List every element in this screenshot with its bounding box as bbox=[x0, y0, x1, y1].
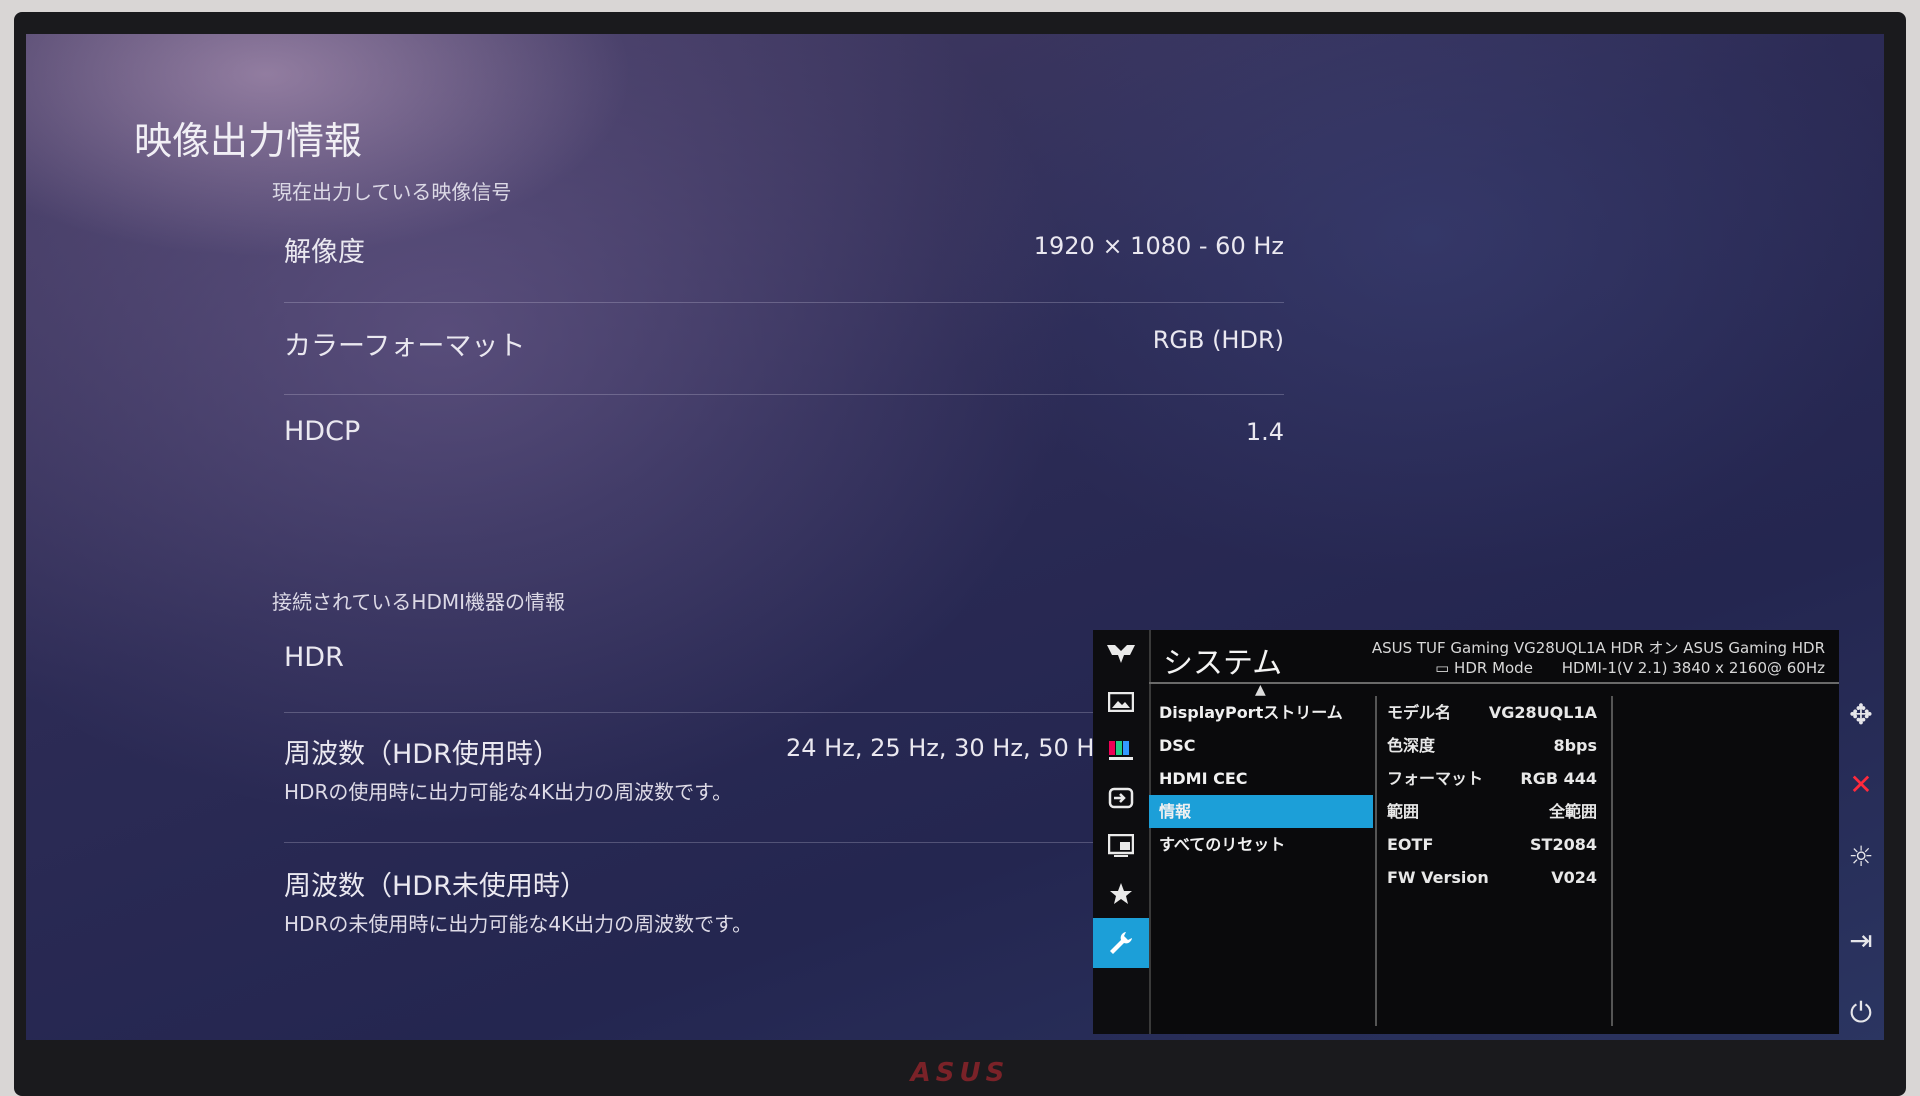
info-value: ST2084 bbox=[1530, 835, 1597, 854]
menu-item-reset-all[interactable]: すべてのリセット bbox=[1149, 828, 1373, 861]
info-value: RGB 444 bbox=[1520, 769, 1597, 788]
color-icon[interactable] bbox=[1093, 726, 1149, 774]
osd-hdr-mode: HDR Mode bbox=[1454, 659, 1533, 677]
osd-column-divider bbox=[1375, 696, 1377, 1026]
page-title: 映像出力情報 bbox=[134, 119, 363, 163]
row-label: HDCP bbox=[284, 416, 361, 447]
info-value: VG28UQL1A bbox=[1488, 703, 1597, 722]
close-icon[interactable]: ✕ bbox=[1838, 768, 1884, 801]
row-color-format[interactable]: カラーフォーマット RGB (HDR) bbox=[284, 302, 1284, 395]
row-label: 周波数（HDR使用時） bbox=[284, 739, 560, 770]
info-key: EOTF bbox=[1387, 835, 1434, 854]
tuf-logo-icon bbox=[1093, 630, 1149, 678]
info-value: 全範囲 bbox=[1548, 802, 1597, 821]
screen: 映像出力情報 現在出力している映像信号 解像度 1920 × 1080 - 60… bbox=[26, 34, 1884, 1040]
info-key: 範囲 bbox=[1387, 802, 1420, 821]
brand-logo: ASUS bbox=[910, 1058, 1010, 1088]
info-row-eotf: EOTF ST2084 bbox=[1387, 828, 1597, 861]
osd-sidebar bbox=[1093, 630, 1151, 1034]
info-key: フォーマット bbox=[1387, 769, 1484, 788]
info-value: V024 bbox=[1551, 868, 1597, 887]
osd-status-line2: ▭ HDR Mode HDMI-1(V 2.1) 3840 x 2160@ 60… bbox=[1372, 658, 1825, 678]
row-hdcp[interactable]: HDCP 1.4 bbox=[284, 394, 1284, 486]
input-icon[interactable] bbox=[1093, 774, 1149, 822]
info-key: モデル名 bbox=[1387, 703, 1452, 722]
osd-divider bbox=[1149, 682, 1839, 684]
row-description: HDRの使用時に出力可能な4K出力の周波数です。 bbox=[284, 780, 733, 804]
menu-item-dsc[interactable]: DSC bbox=[1149, 729, 1373, 762]
osd-column-divider bbox=[1611, 696, 1613, 1026]
menu-item-hdmi-cec[interactable]: HDMI CEC bbox=[1149, 762, 1373, 795]
row-label: 周波数（HDR未使用時） bbox=[284, 871, 587, 902]
monitor-icon: ▭ bbox=[1435, 659, 1450, 677]
info-row-range: 範囲 全範囲 bbox=[1387, 795, 1597, 828]
osd-status-line1: ASUS TUF Gaming VG28UQL1A HDR オン ASUS Ga… bbox=[1371, 639, 1825, 657]
row-value: RGB (HDR) bbox=[1152, 326, 1284, 354]
monitor-osd: システム ASUS TUF Gaming VG28UQL1A HDR オン AS… bbox=[1093, 630, 1839, 1034]
row-label: 解像度 bbox=[284, 237, 365, 268]
row-value: 24 Hz, 25 Hz, 30 Hz, 50 H bbox=[786, 734, 1095, 762]
section-current-signal: 現在出力している映像信号 bbox=[272, 180, 512, 204]
favorite-star-icon[interactable] bbox=[1093, 870, 1149, 918]
menu-item-info[interactable]: 情報 bbox=[1149, 795, 1373, 828]
row-label: HDR bbox=[284, 642, 344, 673]
info-value: 8bps bbox=[1553, 736, 1597, 755]
row-resolution[interactable]: 解像度 1920 × 1080 - 60 Hz bbox=[284, 210, 1284, 303]
info-row-color-depth: 色深度 8bps bbox=[1387, 729, 1597, 762]
navigation-joystick-icon[interactable]: ✥ bbox=[1838, 698, 1884, 731]
gamevisual-icon[interactable]: ☼ bbox=[1838, 840, 1884, 873]
power-icon[interactable]: ⏻ bbox=[1838, 996, 1884, 1030]
row-description: HDRの未使用時に出力可能な4K出力の周波数です。 bbox=[284, 912, 753, 936]
info-key: 色深度 bbox=[1387, 736, 1436, 755]
input-select-icon[interactable]: ⇥ bbox=[1838, 924, 1884, 957]
wrench-icon[interactable] bbox=[1093, 918, 1149, 968]
image-icon[interactable] bbox=[1093, 678, 1149, 726]
info-row-format: フォーマット RGB 444 bbox=[1387, 762, 1597, 795]
osd-signal-info: HDMI-1(V 2.1) 3840 x 2160@ 60Hz bbox=[1561, 659, 1825, 677]
pip-icon[interactable] bbox=[1093, 822, 1149, 870]
info-row-fw-version: FW Version V024 bbox=[1387, 861, 1597, 894]
section-hdmi-device: 接続されているHDMI機器の情報 bbox=[272, 590, 565, 614]
osd-title: システム bbox=[1163, 646, 1283, 681]
row-label: カラーフォーマット bbox=[284, 331, 526, 362]
osd-status: ASUS TUF Gaming VG28UQL1A HDR オン ASUS Ga… bbox=[1372, 638, 1825, 678]
info-row-model: モデル名 VG28UQL1A bbox=[1387, 696, 1597, 729]
menu-item-displayport-stream[interactable]: DisplayPortストリーム bbox=[1149, 696, 1373, 729]
row-value: 1920 × 1080 - 60 Hz bbox=[1033, 232, 1284, 260]
row-value: 1.4 bbox=[1245, 418, 1284, 446]
info-key: FW Version bbox=[1387, 868, 1489, 887]
